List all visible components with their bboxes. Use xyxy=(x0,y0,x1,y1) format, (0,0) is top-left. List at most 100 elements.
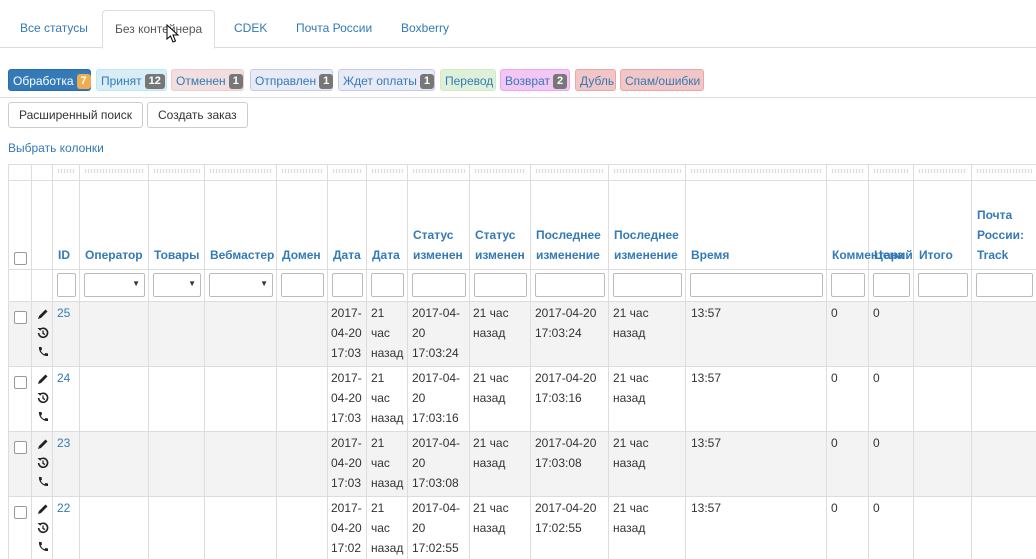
column-header[interactable]: Итого xyxy=(919,245,969,265)
column-header[interactable]: Цена xyxy=(874,245,911,265)
advanced-search-button[interactable]: Расширенный поиск xyxy=(8,102,143,128)
edit-icon[interactable] xyxy=(37,308,49,320)
column-header[interactable]: Последнее изменение xyxy=(536,225,606,265)
table-cell-id[interactable]: 25 xyxy=(57,303,77,323)
table-cell-id[interactable]: 22 xyxy=(57,498,77,518)
table-cell-id[interactable]: 23 xyxy=(57,433,77,453)
column-filter-input[interactable] xyxy=(57,273,76,297)
column-header[interactable]: Время xyxy=(691,245,824,265)
row-checkbox[interactable] xyxy=(14,506,27,519)
phone-icon[interactable] xyxy=(37,346,49,358)
status-filter-6[interactable]: Возврат 2 xyxy=(500,69,570,91)
column-resize-grip[interactable] xyxy=(332,169,362,173)
status-label: Обработка xyxy=(13,74,74,88)
history-icon[interactable] xyxy=(37,392,49,404)
status-label: Отменен xyxy=(176,74,226,88)
column-filter-input[interactable] xyxy=(332,273,363,297)
column-filter-input[interactable] xyxy=(281,273,324,297)
tab-no-container[interactable]: Без контейнера xyxy=(102,10,216,49)
edit-icon[interactable] xyxy=(37,438,49,450)
column-resize-grip[interactable] xyxy=(57,169,75,173)
status-filter-7[interactable]: Дубль xyxy=(575,69,616,91)
column-resize-grip[interactable] xyxy=(873,169,909,173)
column-resize-grip[interactable] xyxy=(412,169,465,173)
column-resize-grip[interactable] xyxy=(690,169,822,173)
status-filter-8[interactable]: Спам/ошибки xyxy=(620,69,704,91)
column-resize-grip[interactable] xyxy=(281,169,323,173)
column-resize-grip[interactable] xyxy=(371,169,403,173)
column-filter-input[interactable] xyxy=(474,273,527,297)
column-filter-input[interactable] xyxy=(535,273,605,297)
status-filter-0[interactable]: Обработка 7 xyxy=(8,69,91,91)
status-filter-2[interactable]: Отменен 1 xyxy=(171,69,244,91)
column-header[interactable]: Почта России: Track xyxy=(977,205,1034,265)
column-filter-select[interactable] xyxy=(84,273,145,297)
table-cell-last-change: 2017-04-20 17:03:24 xyxy=(535,306,597,340)
column-resize-grip[interactable] xyxy=(535,169,604,173)
choose-columns-link[interactable]: Выбрать колонки xyxy=(8,141,104,155)
table-cell-date: 2017-04-20 17:02 xyxy=(331,501,362,555)
history-icon[interactable] xyxy=(37,457,49,469)
row-checkbox[interactable] xyxy=(14,441,27,454)
edit-icon[interactable] xyxy=(37,373,49,385)
column-header[interactable]: Статус изменен xyxy=(413,225,467,265)
column-resize-grip[interactable] xyxy=(474,169,526,173)
column-filter-input[interactable] xyxy=(873,273,910,297)
table-cell-last-change: 2017-04-20 17:03:08 xyxy=(535,436,597,470)
table-cell-last-change-rel: 21 час назад xyxy=(613,306,649,340)
edit-icon[interactable] xyxy=(37,503,49,515)
column-header[interactable]: Статус изменен xyxy=(475,225,528,265)
column-filter-input[interactable] xyxy=(976,273,1033,297)
table-cell-status-changed: 2017-04-20 17:02:55 xyxy=(412,501,461,555)
column-resize-grip[interactable] xyxy=(84,169,144,173)
column-filter-input[interactable] xyxy=(412,273,466,297)
status-filter-4[interactable]: Ждет оплаты 1 xyxy=(338,69,435,91)
row-checkbox[interactable] xyxy=(14,311,27,324)
column-filter-input[interactable] xyxy=(831,273,865,297)
column-header[interactable]: Домен xyxy=(282,245,325,265)
column-header[interactable]: Товары xyxy=(154,245,202,265)
phone-icon[interactable] xyxy=(37,476,49,488)
status-filter-5[interactable]: Перевод xyxy=(440,69,496,91)
table-cell-price: 0 xyxy=(831,306,838,320)
status-count-badge: 7 xyxy=(76,74,91,89)
table-cell-last-change-rel: 21 час назад xyxy=(613,436,649,470)
tab-cdek[interactable]: CDEK xyxy=(222,10,279,46)
column-header[interactable]: Вебмастер xyxy=(210,245,274,265)
column-resize-grip[interactable] xyxy=(976,169,1032,173)
status-label: Отправлен xyxy=(255,74,317,88)
column-resize-grip[interactable] xyxy=(831,169,864,173)
table-cell-date-rel: 21 час назад xyxy=(371,306,404,360)
table-column xyxy=(149,165,205,559)
phone-icon[interactable] xyxy=(37,541,49,553)
column-header[interactable]: Дата xyxy=(333,245,364,265)
column-filter-input[interactable] xyxy=(690,273,823,297)
column-header[interactable]: ID xyxy=(58,245,77,265)
column-filter-input[interactable] xyxy=(613,273,682,297)
status-filter-3[interactable]: Отправлен 1 xyxy=(250,69,334,91)
tab-russian-post[interactable]: Почта России xyxy=(284,10,384,46)
column-resize-grip[interactable] xyxy=(209,169,272,173)
create-order-button[interactable]: Создать заказ xyxy=(147,102,248,128)
row-checkbox[interactable] xyxy=(14,376,27,389)
tab-all-statuses[interactable]: Все статусы xyxy=(8,10,100,46)
column-resize-grip[interactable] xyxy=(918,169,967,173)
history-icon[interactable] xyxy=(37,327,49,339)
column-filter-input[interactable] xyxy=(371,273,404,297)
column-header[interactable]: Комментарий xyxy=(832,245,913,265)
status-filter-1[interactable]: Принят 12 xyxy=(96,69,167,91)
column-header[interactable]: Дата xyxy=(372,245,405,265)
tab-boxberry[interactable]: Boxberry xyxy=(389,10,461,46)
column-filter-input[interactable] xyxy=(918,273,968,297)
column-filter-select[interactable] xyxy=(153,273,201,297)
history-icon[interactable] xyxy=(37,522,49,534)
phone-icon[interactable] xyxy=(37,411,49,423)
column-resize-grip[interactable] xyxy=(613,169,681,173)
column-header[interactable]: Оператор xyxy=(85,245,146,265)
select-all-checkbox[interactable] xyxy=(14,252,27,265)
table-cell-id[interactable]: 24 xyxy=(57,368,77,388)
column-header[interactable]: Последнее изменение xyxy=(614,225,683,265)
column-filter-select[interactable] xyxy=(209,273,273,297)
column-resize-grip[interactable] xyxy=(153,169,200,173)
table-cell-total: 0 xyxy=(873,501,880,515)
